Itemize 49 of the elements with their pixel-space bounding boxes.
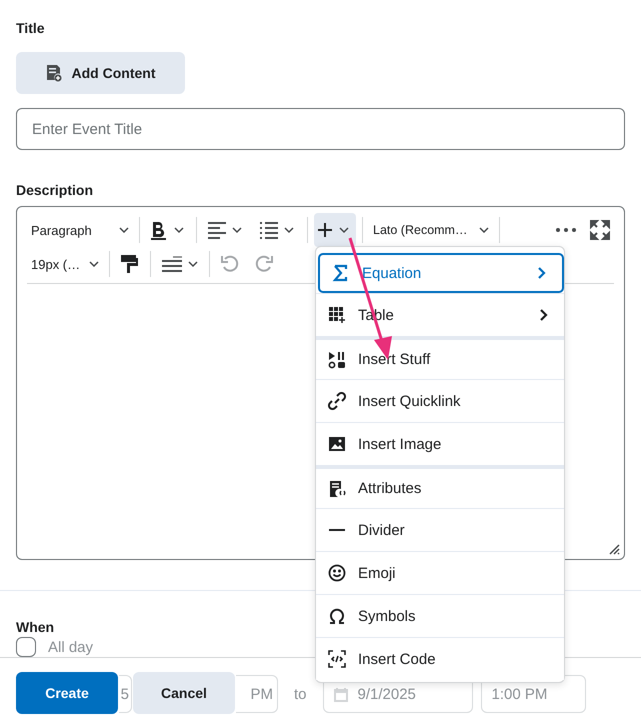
more-icon: [556, 228, 576, 232]
code-icon: [328, 650, 346, 668]
insert-menu-item[interactable]: Equation: [318, 253, 564, 293]
smiley-icon: [328, 564, 346, 582]
cancel-button[interactable]: Cancel: [133, 672, 235, 714]
title-label: Title: [16, 19, 46, 36]
content-icon: [46, 64, 62, 82]
insert-menu-item[interactable]: Divider: [316, 508, 564, 551]
bold-icon: [150, 220, 186, 240]
insert-menu-item[interactable]: Symbols: [316, 594, 564, 637]
chevron-right-icon: [538, 267, 546, 279]
resize-grip-icon[interactable]: [608, 543, 620, 555]
all-day-label: All day: [48, 638, 94, 656]
description-label: Description: [16, 181, 94, 198]
image-icon: [328, 435, 346, 453]
omega-icon: [328, 607, 346, 625]
insert-menu-item[interactable]: Insert Image: [316, 422, 564, 465]
table-icon: [328, 306, 346, 324]
caret-icon: [479, 227, 489, 233]
event-title-field[interactable]: Enter Event Title: [16, 108, 625, 150]
line-icon: [328, 529, 346, 531]
insert-menu-item[interactable]: Insert Quicklink: [316, 379, 564, 422]
add-content-button[interactable]: Add Content: [16, 52, 185, 94]
redo-icon: [254, 254, 274, 274]
all-day-checkbox[interactable]: [16, 637, 36, 657]
line-spacing-icon: [161, 256, 199, 272]
paint-roller-icon: [120, 254, 140, 274]
caret-icon: [119, 227, 129, 233]
insert-menu-item[interactable]: Insert Code: [316, 637, 564, 680]
when-label: When: [16, 618, 54, 635]
document-icon: [328, 480, 346, 498]
to-label: to: [294, 686, 307, 702]
insert-menu-item[interactable]: Attributes: [316, 465, 564, 508]
calendar-icon: [334, 686, 348, 702]
insert-dropdown[interactable]: [314, 213, 356, 247]
media-icon: [328, 350, 346, 368]
font-dropdown[interactable]: Lato (Recomm…: [369, 213, 493, 247]
link-icon: [328, 392, 346, 410]
insert-menu-item[interactable]: Insert Stuff: [316, 336, 564, 379]
insert-menu-item[interactable]: Emoji: [316, 551, 564, 594]
chevron-right-icon: [540, 309, 548, 321]
font-size-dropdown[interactable]: 19px (…: [27, 247, 103, 281]
caret-icon: [89, 261, 99, 267]
paragraph-dropdown[interactable]: Paragraph: [27, 213, 133, 247]
sigma-icon: [332, 264, 350, 282]
undo-icon: [220, 254, 240, 274]
end-date-value: 9/1/2025: [358, 686, 416, 702]
fullscreen-icon: [590, 220, 610, 240]
create-button[interactable]: Create: [16, 672, 118, 714]
